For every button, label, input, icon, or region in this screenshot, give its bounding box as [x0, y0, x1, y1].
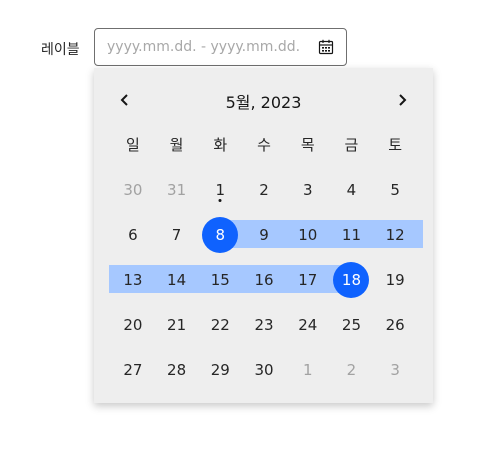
day-number: 19: [385, 270, 405, 289]
calendar-day[interactable]: 25: [330, 302, 374, 347]
day-number: 21: [167, 315, 187, 334]
calendar-day[interactable]: 23: [242, 302, 286, 347]
calendar-day[interactable]: 31: [155, 167, 199, 212]
calendar-day[interactable]: 26: [373, 302, 417, 347]
day-number: 2: [259, 180, 269, 199]
day-number: 6: [128, 225, 138, 244]
day-number: 2: [346, 360, 357, 379]
calendar-day[interactable]: 14: [155, 257, 199, 302]
calendar-day[interactable]: 6: [111, 212, 155, 257]
day-number: 10: [298, 225, 318, 244]
day-number: 1: [302, 360, 313, 379]
calendar-day[interactable]: 3: [286, 167, 330, 212]
calendar-day[interactable]: 9: [242, 212, 286, 257]
calendar-day[interactable]: 29: [198, 347, 242, 392]
calendar-week-row: 30 31 1 2 3 4 5: [111, 167, 417, 212]
calendar-day[interactable]: 22: [198, 302, 242, 347]
date-range-input-wrapper[interactable]: [94, 28, 347, 66]
calendar-day[interactable]: 10: [286, 212, 330, 257]
calendar-day[interactable]: 17: [286, 257, 330, 302]
range-start-day[interactable]: 8: [198, 212, 242, 257]
date-range-label: 레이블: [41, 42, 80, 58]
calendar-day[interactable]: 2: [330, 347, 374, 392]
day-number: 25: [341, 315, 361, 334]
calendar-day[interactable]: 24: [286, 302, 330, 347]
calendar-week-row: 6 7 8 9 10 11 12: [111, 212, 424, 257]
weekday-label: 화: [213, 136, 228, 154]
day-number: 30: [254, 360, 274, 379]
calendar-week-row: 20 21 22 23 24 25 26: [111, 302, 417, 347]
calendar-day[interactable]: 28: [155, 347, 199, 392]
calendar-grid: 일월화수목금토 30 31 1 2 3 4 5 6 7 8 9 10 11 12 13 14 15 16 17 18 1…: [109, 122, 424, 392]
day-number: 31: [167, 180, 187, 199]
day-number: 22: [210, 315, 230, 334]
weekday-header-row: 일월화수목금토: [111, 122, 417, 167]
day-number: 30: [123, 180, 143, 199]
day-number: 8: [215, 225, 226, 244]
day-number: 12: [385, 225, 405, 244]
day-number: 1: [215, 180, 226, 199]
calendar-popover: 5월, 2023 일월화수목금토 30 31 1 2 3 4 5 6 7 8 9 10 11 12 13 14…: [94, 68, 433, 403]
calendar-day[interactable]: 30: [242, 347, 286, 392]
day-number: 7: [171, 225, 182, 244]
weekday-label: 일: [125, 136, 140, 154]
calendar-icon[interactable]: [318, 39, 334, 55]
day-number: 4: [346, 180, 357, 199]
calendar-day[interactable]: 30: [111, 167, 155, 212]
calendar-day[interactable]: 21: [155, 302, 199, 347]
calendar-day[interactable]: 15: [198, 257, 242, 302]
weekday-label: 금: [344, 136, 359, 154]
weekday-label: 토: [388, 136, 403, 154]
today-indicator: [218, 199, 222, 202]
calendar-day[interactable]: 1: [198, 167, 242, 212]
calendar-day[interactable]: 2: [242, 167, 286, 212]
day-number: 23: [254, 315, 274, 334]
calendar-week-row: 27 28 29 30 1 2 3: [111, 347, 417, 392]
day-number: 29: [210, 360, 230, 379]
day-number: 26: [385, 315, 405, 334]
range-end-day[interactable]: 18: [330, 257, 374, 302]
calendar-day[interactable]: 1: [286, 347, 330, 392]
chevron-right-icon: [399, 94, 407, 106]
day-number: 3: [302, 180, 313, 199]
day-number: 28: [167, 360, 187, 379]
date-range-input[interactable]: [107, 39, 312, 55]
calendar-week-row: 13 14 15 16 17 18 19: [109, 257, 417, 302]
day-number: 20: [123, 315, 143, 334]
calendar-day[interactable]: 4: [330, 167, 374, 212]
day-number: 16: [254, 270, 274, 289]
calendar-day[interactable]: 16: [242, 257, 286, 302]
day-number: 24: [298, 315, 318, 334]
day-number: 17: [298, 270, 318, 289]
weekday-label: 월: [169, 136, 184, 154]
day-number: 15: [210, 270, 230, 289]
next-month-button[interactable]: [390, 88, 414, 112]
day-number: 13: [123, 270, 143, 289]
day-number: 11: [341, 225, 361, 244]
calendar-day[interactable]: 20: [111, 302, 155, 347]
weekday-label: 수: [257, 136, 271, 154]
day-number: 14: [167, 270, 187, 289]
day-number: 5: [390, 180, 400, 199]
weekday-label: 목: [300, 136, 315, 154]
day-number: 3: [390, 360, 400, 379]
calendar-day[interactable]: 7: [155, 212, 199, 257]
calendar-day[interactable]: 12: [373, 212, 417, 257]
calendar-day[interactable]: 5: [373, 167, 417, 212]
month-title: 5월, 2023: [225, 93, 302, 112]
calendar-day[interactable]: 27: [111, 347, 155, 392]
day-number: 18: [341, 270, 361, 289]
calendar-day[interactable]: 3: [373, 347, 417, 392]
calendar-day[interactable]: 11: [330, 212, 374, 257]
day-number: 9: [259, 225, 269, 244]
calendar-day[interactable]: 19: [373, 257, 417, 302]
calendar-weeks: 30 31 1 2 3 4 5 6 7 8 9 10 11 12 13 14 15 16 17 18 19 20 21 22 2…: [109, 167, 424, 392]
calendar-day[interactable]: 13: [111, 257, 155, 302]
day-number: 27: [123, 360, 143, 379]
